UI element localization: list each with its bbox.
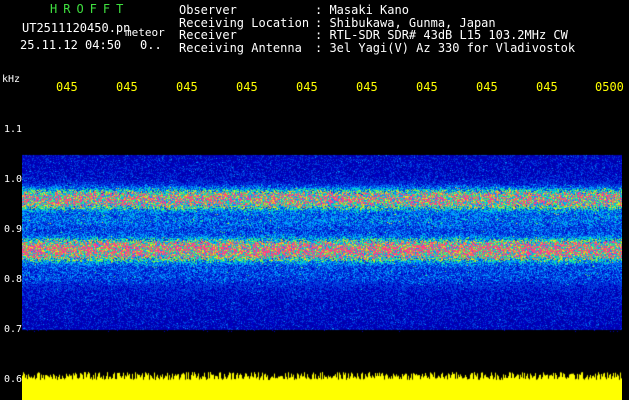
datetime: 25.11.12 04:50 — [20, 38, 122, 52]
y-tick: 0.6 — [4, 374, 23, 385]
x-tick: 045 — [536, 80, 558, 94]
antenna-row: Receiving Antenna : 3el Yagi(V) Az 330 fo… — [179, 40, 576, 55]
y-tick: 0.7 — [4, 324, 23, 335]
observer-key: Observer — [179, 3, 237, 17]
spectrogram — [22, 100, 622, 368]
x-tick: 0500 — [595, 80, 624, 94]
receiver-key: Receiver — [179, 28, 237, 42]
antenna-value: : 3el Yagi(V) Az 330 for Vladivostok — [315, 40, 576, 55]
observation-meta: Observer: Masaki Kano Receiving Location… — [179, 4, 575, 54]
x-tick: 045 — [356, 80, 378, 94]
x-tick: 045 — [176, 80, 198, 94]
extra-value: 0.. — [140, 38, 162, 52]
y-tick: 1.1 — [4, 124, 23, 135]
file-name: UT2511120450.pn — [22, 21, 131, 35]
y-tick: 0.8 — [4, 274, 23, 285]
x-tick: 045 — [236, 80, 258, 94]
y-tick: 1.0 — [4, 174, 23, 185]
x-tick: 045 — [416, 80, 438, 94]
power-trace — [22, 368, 622, 400]
app-title: HROFFT — [50, 2, 130, 16]
x-tick: 045 — [476, 80, 498, 94]
antenna-key: Receiving Antenna — [179, 40, 302, 55]
header: HROFFT UT2511120450.pn meteor 25.11.12 0… — [0, 0, 629, 75]
y-axis-label: kHz — [2, 74, 21, 85]
y-tick: 0.9 — [4, 224, 23, 235]
x-tick: 045 — [116, 80, 138, 94]
x-tick: 045 — [296, 80, 318, 94]
x-tick: 045 — [56, 80, 78, 94]
